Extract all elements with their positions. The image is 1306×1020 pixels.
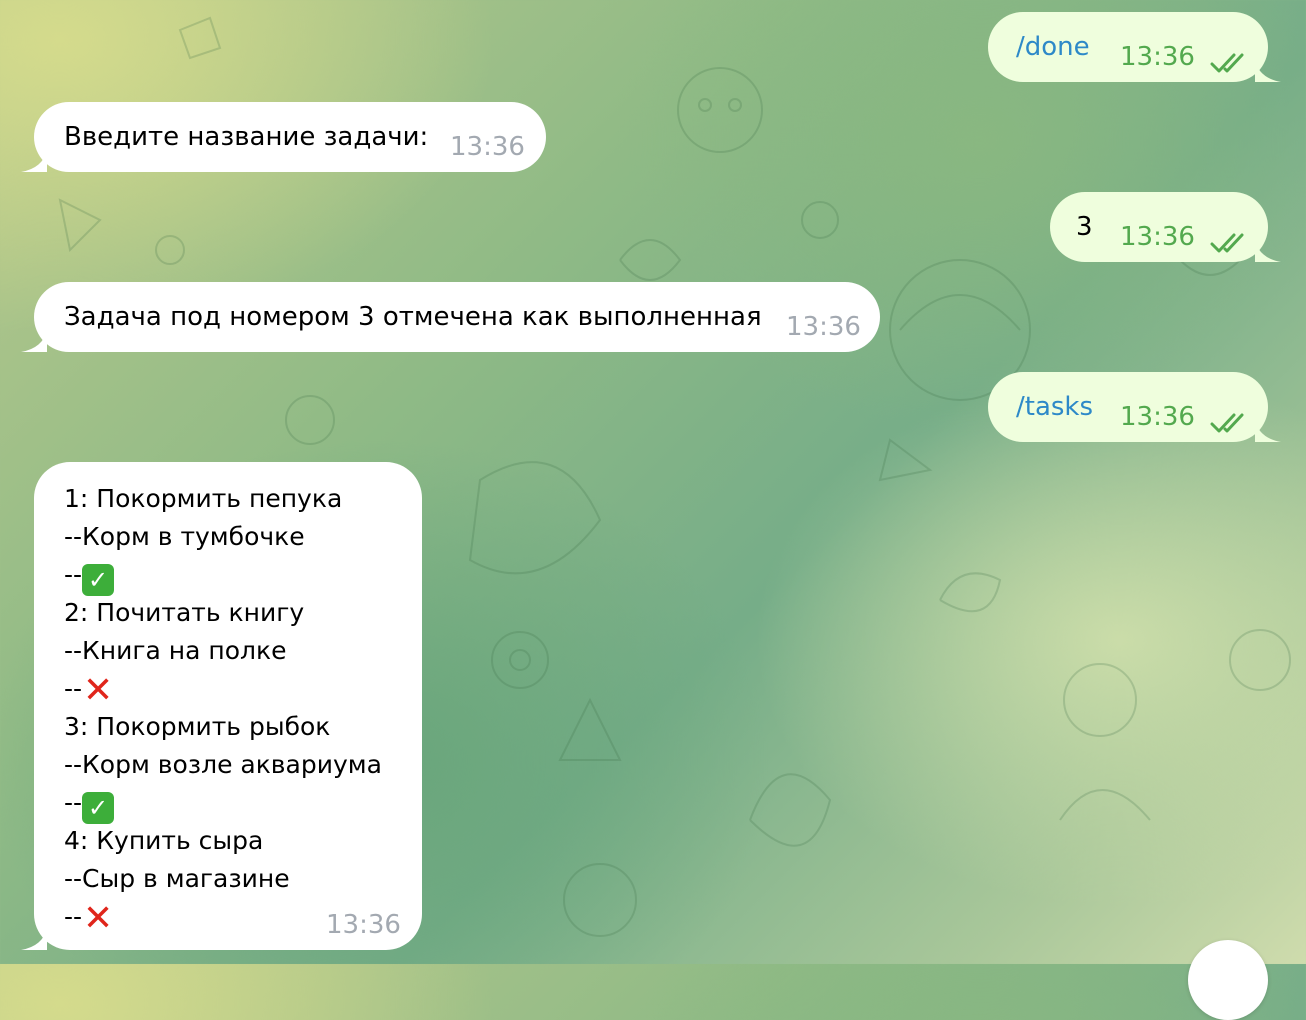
- bubble-tail: [1255, 60, 1281, 82]
- task-status: --✕: [64, 670, 382, 711]
- message-time: 13:36: [786, 312, 861, 342]
- double-check-icon: [1210, 233, 1244, 253]
- status-prefix: --: [64, 902, 83, 931]
- task-list: 1: Покормить пепука --Корм в тумбочке --…: [64, 480, 382, 939]
- bubble-tail: [21, 150, 47, 172]
- message-time: 13:36: [1120, 402, 1195, 432]
- task-status: -- ✓: [64, 556, 382, 596]
- task-title: 2: Почитать книгу: [64, 598, 305, 627]
- scroll-to-bottom-button[interactable]: [1188, 940, 1268, 1020]
- cross-mark-icon: ✕: [82, 670, 114, 711]
- task-title: 1: Покормить пепука: [64, 484, 343, 513]
- task-status: -- ✓: [64, 784, 382, 824]
- cross-mark-icon: ✕: [82, 898, 114, 939]
- message-incoming-task-list[interactable]: 1: Покормить пепука --Корм в тумбочке --…: [21, 462, 422, 950]
- task-note: --Корм в тумбочке: [64, 522, 305, 551]
- message-outgoing-done[interactable]: /done 13:36: [988, 12, 1281, 82]
- bubble-tail: [21, 928, 47, 950]
- bubble-tail: [1255, 420, 1281, 442]
- message-text: Задача под номером 3 отмечена как выполн…: [64, 302, 762, 332]
- status-prefix: --: [64, 560, 83, 589]
- task-note: --Сыр в магазине: [64, 864, 290, 893]
- task-title: 4: Купить сыра: [64, 826, 264, 855]
- message-incoming-prompt[interactable]: Введите название задачи: 13:36: [21, 102, 546, 172]
- status-prefix: --: [64, 788, 83, 817]
- message-time: 13:36: [450, 132, 525, 162]
- message-time: 13:36: [1120, 42, 1195, 72]
- message-outgoing-tasks[interactable]: /tasks 13:36: [988, 372, 1281, 442]
- command-link[interactable]: /tasks: [1016, 388, 1093, 426]
- task-note: --Книга на полке: [64, 636, 287, 665]
- status-prefix: --: [64, 674, 83, 703]
- message-time: 13:36: [1120, 222, 1195, 252]
- check-mark-button-icon: ✓: [82, 792, 115, 824]
- bubble-tail: [21, 330, 47, 352]
- bubble-tail: [1255, 240, 1281, 262]
- double-check-icon: [1210, 53, 1244, 73]
- double-check-icon: [1210, 413, 1244, 433]
- message-incoming-confirmation[interactable]: Задача под номером 3 отмечена как выполн…: [21, 282, 880, 352]
- message-text: Введите название задачи:: [64, 122, 429, 152]
- message-time: 13:36: [326, 910, 401, 940]
- check-mark-button-icon: ✓: [82, 564, 115, 596]
- message-text: 3: [1076, 212, 1093, 242]
- task-note: --Корм возле аквариума: [64, 750, 382, 779]
- command-link[interactable]: /done: [1016, 28, 1090, 66]
- message-outgoing-number[interactable]: 3 13:36: [1050, 192, 1281, 262]
- task-title: 3: Покормить рыбок: [64, 712, 331, 741]
